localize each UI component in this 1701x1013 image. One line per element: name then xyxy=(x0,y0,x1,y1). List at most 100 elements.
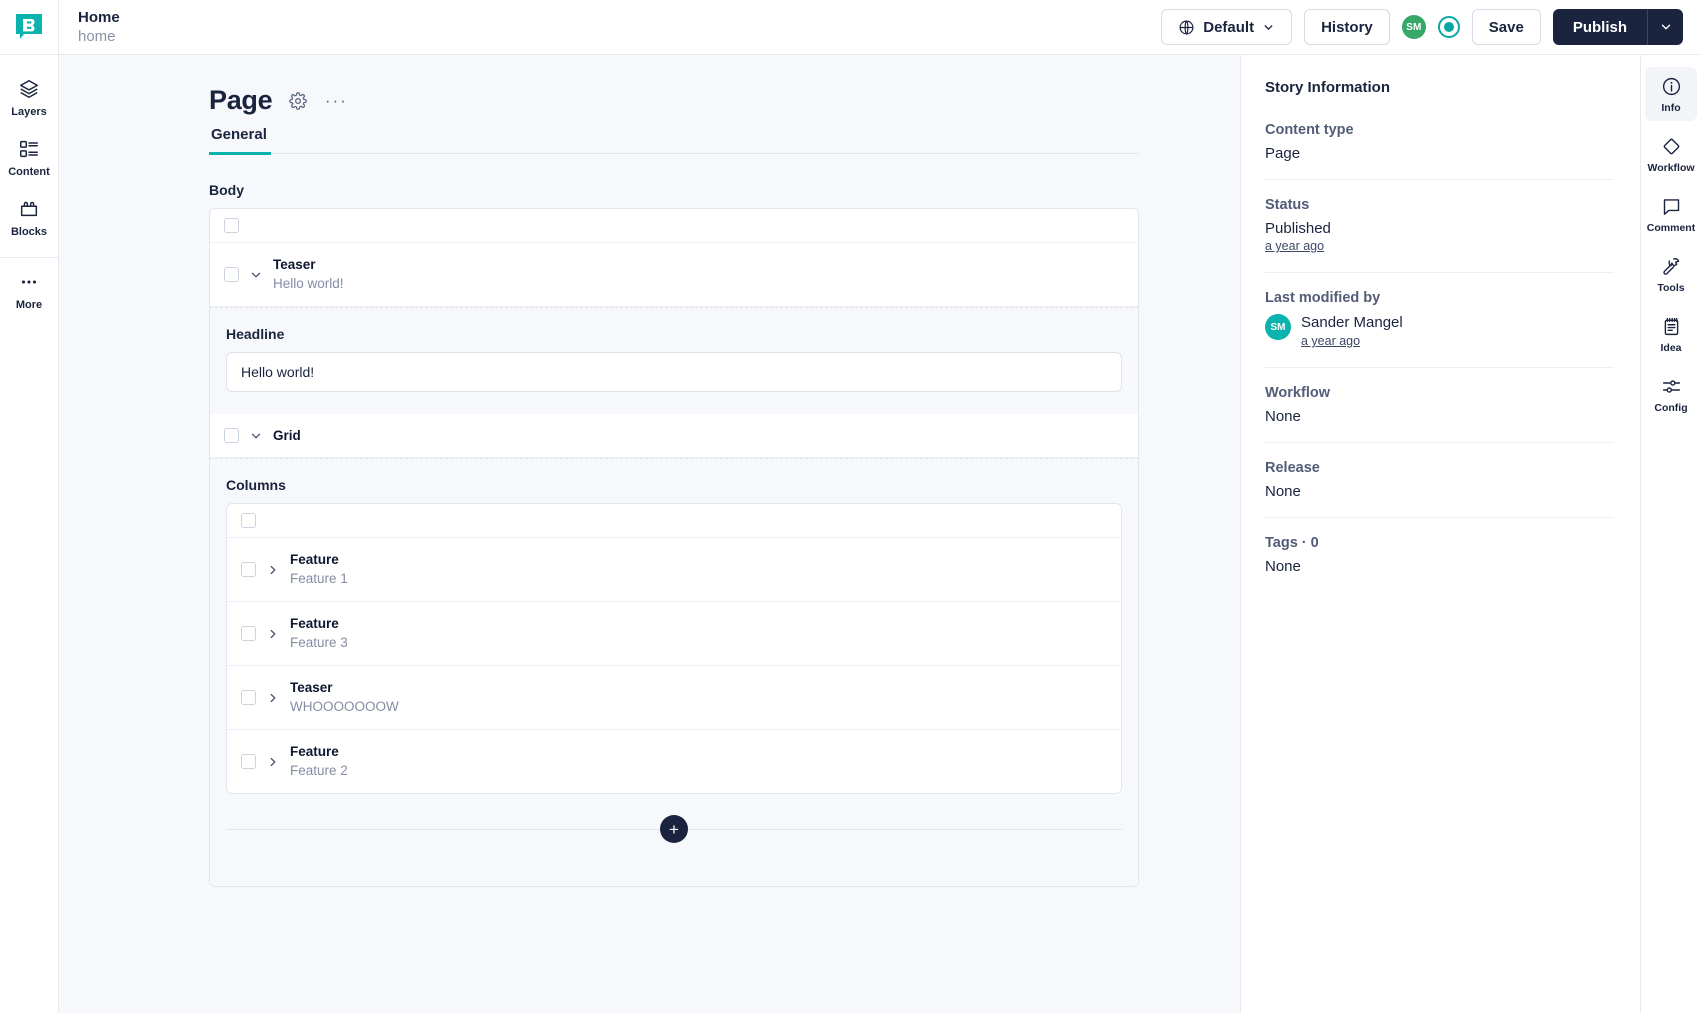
modified-timestamp[interactable]: a year ago xyxy=(1301,334,1360,348)
avatar[interactable]: SM xyxy=(1265,314,1291,340)
add-blok-area: + xyxy=(226,794,1122,864)
row-checkbox[interactable] xyxy=(224,267,239,282)
sidebar-item-label: Blocks xyxy=(10,226,48,238)
info-key: Release xyxy=(1265,460,1320,476)
sidebar-item-more[interactable]: More xyxy=(0,260,59,320)
breadcrumb[interactable]: Home home xyxy=(59,0,1161,54)
chevron-down-icon[interactable] xyxy=(248,267,264,283)
record-dot-icon[interactable] xyxy=(1437,16,1460,38)
info-value: Page xyxy=(1265,145,1301,162)
chevron-right-icon[interactable] xyxy=(265,754,281,770)
avatar[interactable]: SM xyxy=(1401,15,1426,39)
row-checkbox[interactable] xyxy=(224,428,239,443)
blok-row-feature-3[interactable]: Feature Feature 3 xyxy=(227,602,1121,666)
body-bloks-group: Teaser Hello world! Headline Hello world… xyxy=(209,208,1139,887)
body-field-label: Body xyxy=(209,182,244,198)
right-rail-label: Info xyxy=(1661,102,1681,114)
add-blok-button[interactable]: + xyxy=(660,815,688,843)
columns-field-label: Columns xyxy=(226,477,286,493)
body-bloks-toolbar xyxy=(210,209,1138,243)
headline-input[interactable] xyxy=(226,352,1122,392)
page-header: Page ··· xyxy=(209,85,1139,116)
blok-row-feature-2[interactable]: Feature Feature 2 xyxy=(227,730,1121,793)
gear-icon xyxy=(289,91,308,110)
tab-general[interactable]: General xyxy=(209,126,271,155)
avatar-initials: SM xyxy=(1406,21,1422,33)
info-block-status: Status Published a year ago xyxy=(1265,197,1614,273)
comment-bubble-icon xyxy=(1661,196,1682,217)
blocks-icon xyxy=(18,198,40,220)
right-rail-label: Comment xyxy=(1646,222,1696,234)
select-all-checkbox[interactable] xyxy=(241,513,256,528)
right-rail-item-config[interactable]: Config xyxy=(1645,367,1697,421)
columns-bloks-group: Feature Feature 1 Feature Feature 3 Teas… xyxy=(226,503,1122,794)
right-rail-label: Config xyxy=(1654,402,1688,414)
grid-expanded-pane: Columns Feature Feature 1 Feature Featur… xyxy=(210,458,1138,886)
blok-text-group: Teaser WHOOOOOOOW xyxy=(290,679,399,716)
info-key: Status xyxy=(1265,197,1310,213)
chevron-right-icon[interactable] xyxy=(265,626,281,642)
content-list-icon xyxy=(18,138,40,160)
publish-button[interactable]: Publish xyxy=(1552,9,1647,45)
info-block-content-type: Content type Page xyxy=(1265,122,1614,180)
history-button[interactable]: History xyxy=(1304,9,1390,45)
avatar-initials: SM xyxy=(1270,321,1286,333)
right-rail-item-comment[interactable]: Comment xyxy=(1645,187,1697,241)
last-modified-user: SM Sander Mangel a year ago xyxy=(1265,314,1614,350)
top-bar: Home home Default History SM Save Publis… xyxy=(0,0,1701,55)
status-timestamp[interactable]: a year ago xyxy=(1265,239,1324,253)
columns-bloks-toolbar xyxy=(227,504,1121,538)
globe-icon xyxy=(1178,19,1195,36)
left-sidebar: Layers Content Blocks More xyxy=(0,55,59,1013)
info-value: None xyxy=(1265,408,1301,425)
breadcrumb-slug: home xyxy=(78,27,116,45)
sidebar-item-layers[interactable]: Layers xyxy=(0,67,59,127)
chevron-right-icon[interactable] xyxy=(265,562,281,578)
save-button[interactable]: Save xyxy=(1471,9,1541,45)
app-logo[interactable] xyxy=(0,0,59,54)
teaser-expanded-pane: Headline xyxy=(210,307,1138,414)
space-selector-button[interactable]: Default xyxy=(1161,9,1293,45)
space-selector-label: Default xyxy=(1203,18,1255,36)
sidebar-item-label: Content xyxy=(8,166,50,178)
blok-row-teaser[interactable]: Teaser Hello world! xyxy=(210,243,1138,307)
hammer-icon xyxy=(1661,256,1682,277)
app-root: Home home Default History SM Save Publis… xyxy=(0,0,1701,1013)
right-rail-item-info[interactable]: Info xyxy=(1645,67,1697,121)
select-all-checkbox[interactable] xyxy=(224,218,239,233)
story-information-panel: Story Information Content type Page Stat… xyxy=(1241,55,1641,1013)
right-rail-item-idea[interactable]: Idea xyxy=(1645,307,1697,361)
right-rail-item-workflow[interactable]: Workflow xyxy=(1645,127,1697,181)
blok-name: Teaser xyxy=(273,257,316,272)
sidebar-item-label: Layers xyxy=(11,106,47,118)
right-rail-item-tools[interactable]: Tools xyxy=(1645,247,1697,301)
panel-title: Story Information xyxy=(1265,79,1391,96)
publish-options-button[interactable] xyxy=(1647,9,1683,45)
headline-field-label: Headline xyxy=(226,326,285,342)
notepad-icon xyxy=(1661,316,1682,337)
row-checkbox[interactable] xyxy=(241,754,256,769)
info-block-last-modified: Last modified by SM Sander Mangel a year… xyxy=(1265,290,1614,368)
page-settings-button[interactable] xyxy=(286,89,310,113)
row-checkbox[interactable] xyxy=(241,626,256,641)
blok-row-grid[interactable]: Grid xyxy=(210,414,1138,458)
blok-row-teaser-whoow[interactable]: Teaser WHOOOOOOOW xyxy=(227,666,1121,730)
editor-tabs: General xyxy=(209,126,1139,155)
blok-name: Feature xyxy=(290,552,339,567)
chevron-down-icon[interactable] xyxy=(248,428,264,444)
blok-text-group: Feature Feature 2 xyxy=(290,743,348,780)
blok-description: WHOOOOOOOW xyxy=(290,699,399,714)
sidebar-item-blocks[interactable]: Blocks xyxy=(0,187,59,247)
page-more-button[interactable]: ··· xyxy=(324,89,348,113)
blok-name: Feature xyxy=(290,616,339,631)
row-checkbox[interactable] xyxy=(241,562,256,577)
chevron-right-icon[interactable] xyxy=(265,690,281,706)
blok-row-feature-1[interactable]: Feature Feature 1 xyxy=(227,538,1121,602)
sidebar-item-content[interactable]: Content xyxy=(0,127,59,187)
row-checkbox[interactable] xyxy=(241,690,256,705)
blok-description: Hello world! xyxy=(273,276,344,291)
sidebar-item-label: More xyxy=(15,299,43,311)
editor-inner: Page ··· General Body Teaser Hello world… xyxy=(209,85,1139,887)
publish-button-group: Publish xyxy=(1552,9,1683,45)
page-title: Page xyxy=(209,85,273,115)
